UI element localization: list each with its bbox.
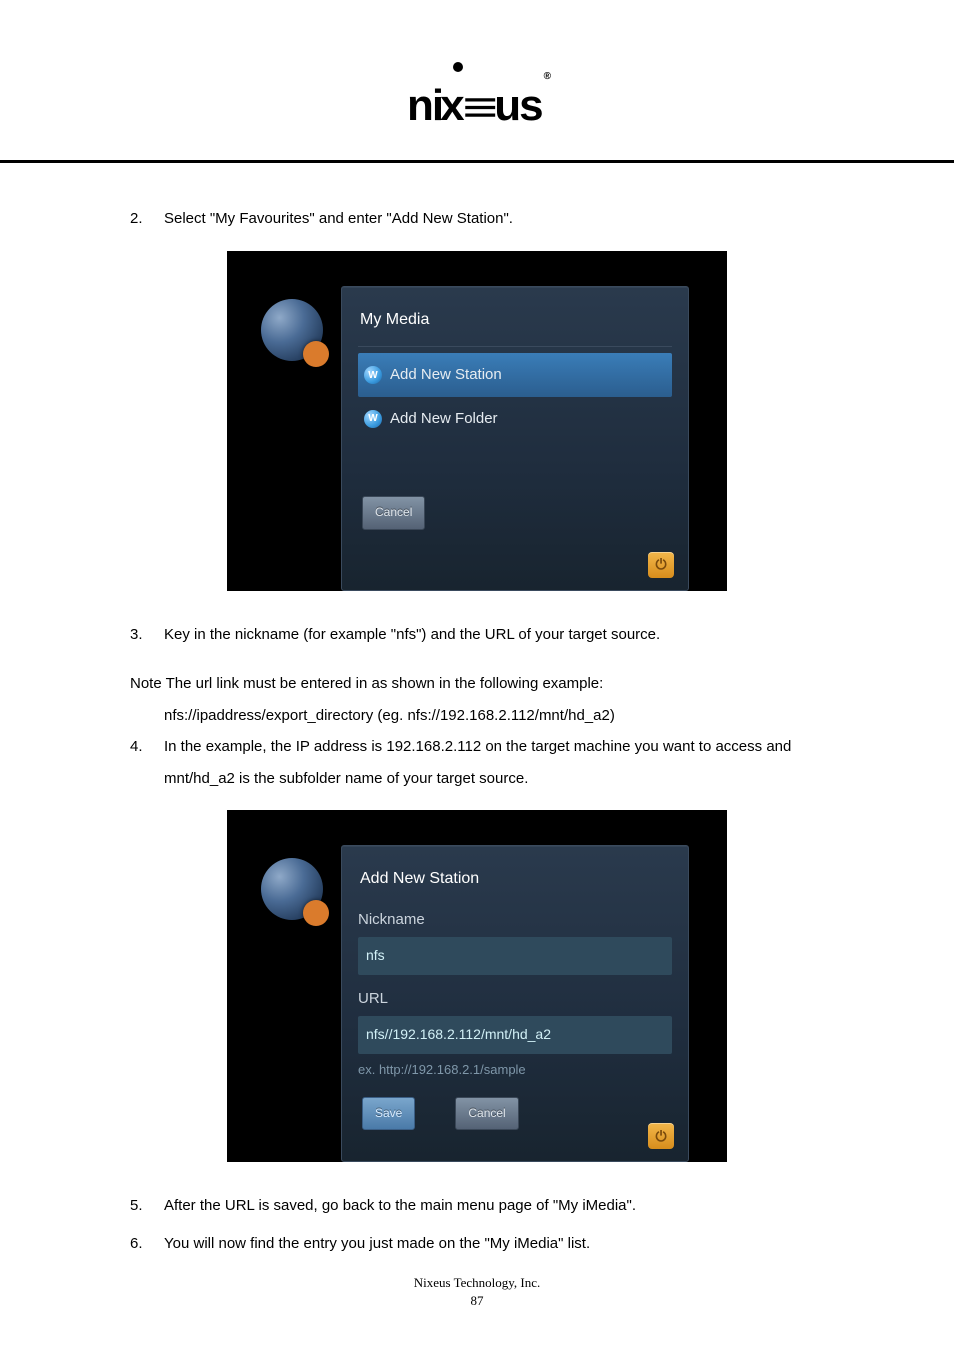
folder-icon: W	[364, 410, 382, 428]
globe-icon	[261, 858, 323, 920]
step-5: 5. After the URL is saved, go back to th…	[130, 1190, 824, 1222]
step-text: In the example, the IP address is 192.16…	[164, 731, 824, 794]
step-number: 4.	[130, 731, 164, 794]
footer-company: Nixeus Technology, Inc.	[0, 1274, 954, 1292]
step-text: You will now find the entry you just mad…	[164, 1228, 824, 1260]
screenshot-add-station: Add New Station Nickname nfs URL nfs//19…	[227, 810, 727, 1162]
step-number: 2.	[130, 203, 164, 235]
add-station-panel: Add New Station Nickname nfs URL nfs//19…	[341, 845, 689, 1162]
step-number: 3.	[130, 619, 164, 651]
url-hint: ex. http://192.168.2.1/sample	[358, 1056, 672, 1083]
screenshot-my-media: My Media W Add New Station W Add New Fol…	[227, 251, 727, 591]
page-footer: Nixeus Technology, Inc. 87	[0, 1274, 954, 1310]
step-6: 6. You will now find the entry you just …	[130, 1228, 824, 1260]
menu-add-new-folder[interactable]: W Add New Folder	[358, 397, 672, 441]
power-icon: ⏻	[648, 552, 674, 578]
logo-text: nix≡us®	[407, 60, 547, 152]
step-text: After the URL is saved, go back to the m…	[164, 1190, 824, 1222]
url-label: URL	[358, 983, 672, 1015]
step-text: Key in the nickname (for example "nfs") …	[164, 619, 824, 651]
save-button[interactable]: Save	[362, 1097, 415, 1130]
menu-add-new-station[interactable]: W Add New Station	[358, 353, 672, 397]
power-icon: ⏻	[648, 1123, 674, 1149]
cancel-button[interactable]: Cancel	[362, 496, 425, 529]
step-3: 3. Key in the nickname (for example "nfs…	[130, 619, 824, 651]
url-field[interactable]: nfs//192.168.2.112/mnt/hd_a2	[358, 1016, 672, 1053]
step-2: 2. Select "My Favourites" and enter "Add…	[130, 203, 824, 235]
brand-logo: nix≡us®	[130, 60, 824, 152]
nickname-field[interactable]: nfs	[358, 937, 672, 974]
panel-title: My Media	[358, 299, 672, 348]
menu-label: Add New Folder	[390, 403, 498, 435]
step-number: 6.	[130, 1228, 164, 1260]
note-line-1: Note The url link must be entered in as …	[130, 668, 824, 700]
station-icon: W	[364, 366, 382, 384]
cancel-button[interactable]: Cancel	[455, 1097, 518, 1130]
note-line-2: nfs://ipaddress/export_directory (eg. nf…	[130, 700, 824, 732]
header-divider	[0, 160, 954, 163]
step-number: 5.	[130, 1190, 164, 1222]
nickname-label: Nickname	[358, 904, 672, 936]
footer-page-number: 87	[0, 1292, 954, 1310]
panel-title: Add New Station	[358, 858, 672, 900]
registered-mark: ®	[544, 71, 549, 82]
step-4: 4. In the example, the IP address is 192…	[130, 731, 824, 794]
step-text: Select "My Favourites" and enter "Add Ne…	[164, 203, 824, 235]
my-media-panel: My Media W Add New Station W Add New Fol…	[341, 286, 689, 591]
globe-icon	[261, 299, 323, 361]
menu-label: Add New Station	[390, 359, 502, 391]
